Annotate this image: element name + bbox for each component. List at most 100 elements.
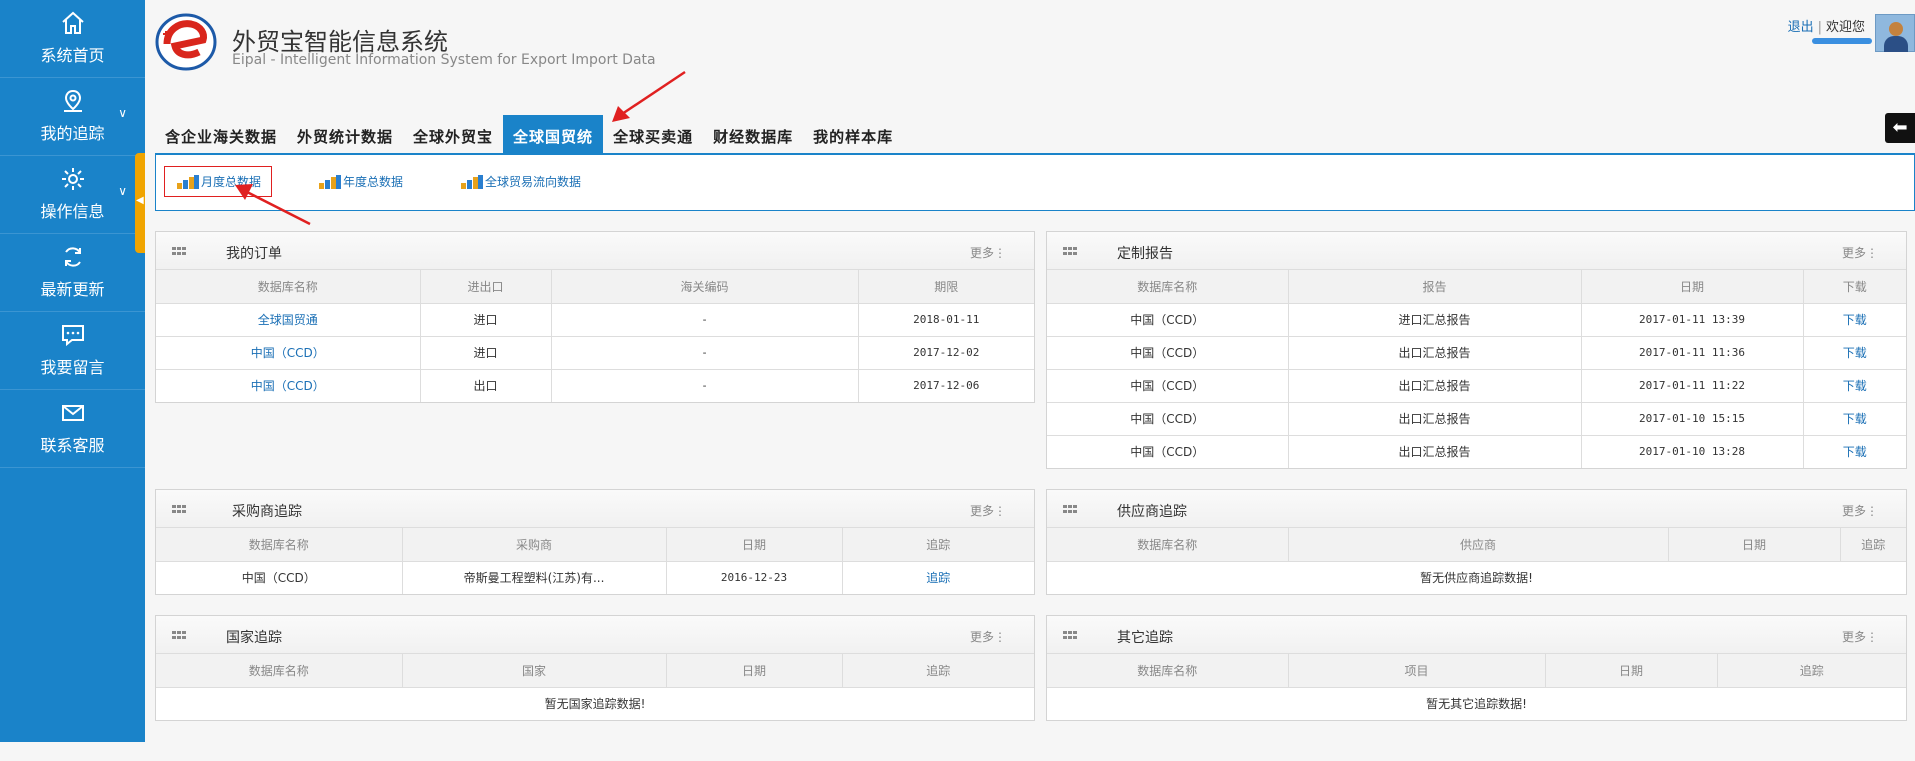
panel-my-orders: 我的订单 更多⋮ 数据库名称 进出口 海关编码 期限 全球国贸通 进口 - 20… <box>155 231 1035 403</box>
mail-icon <box>61 405 84 421</box>
sidebar-collapse-handle[interactable]: ◀ <box>135 153 145 253</box>
table-cell: 2016-12-23 <box>666 561 843 594</box>
column-header: 数据库名称 <box>1047 528 1289 562</box>
chevron-down-icon: ∨ <box>118 184 127 198</box>
others-table: 数据库名称 项目 日期 追踪 暂无其它追踪数据! <box>1047 654 1906 720</box>
more-link[interactable]: 更多⋮ <box>1842 628 1878 645</box>
sidebar-item-label: 我的追踪 <box>40 124 105 143</box>
empty-message: 暂无国家追踪数据! <box>544 697 646 712</box>
table-row: 中国（CCD） 出口汇总报告 2017-01-11 11:22 下载 <box>1047 369 1906 403</box>
download-link[interactable]: 下载 <box>1803 336 1906 370</box>
sidebar-item-label: 联系客服 <box>40 436 105 455</box>
panel-title: 定制报告 <box>1117 246 1173 262</box>
welcome-text: 欢迎您 <box>1825 20 1865 35</box>
buyers-table: 数据库名称 采购商 日期 追踪 中国（CCD） 帝斯曼工程塑料(江苏)有... … <box>156 528 1034 594</box>
home-icon <box>61 11 84 34</box>
table-cell: 出口汇总报告 <box>1288 336 1582 370</box>
sidebar-item-message[interactable]: 我要留言 <box>0 312 145 390</box>
table-row: 中国（CCD） 出口汇总报告 2017-01-11 11:36 下载 <box>1047 336 1906 370</box>
tab-5[interactable]: 全球买卖通 <box>603 115 703 153</box>
bar-chart-icon <box>461 174 483 189</box>
column-header: 采购商 <box>402 528 667 562</box>
column-header: 数据库名称 <box>1047 654 1289 688</box>
panel-other-tracking: 其它追踪 更多⋮ 数据库名称 项目 日期 追踪 暂无其它追踪数据! <box>1046 615 1907 721</box>
table-cell: 出口汇总报告 <box>1288 435 1582 468</box>
panel-title: 供应商追踪 <box>1117 504 1187 520</box>
empty-message: 暂无其它追踪数据! <box>1426 697 1527 712</box>
table-cell: 进口 <box>420 303 552 337</box>
subtab-annual[interactable]: 年度总数据 <box>319 173 403 190</box>
username-redacted <box>1812 38 1872 44</box>
tab-7[interactable]: 我的样本库 <box>803 115 903 153</box>
sidebar-item-home[interactable]: 系统首页 <box>0 0 145 78</box>
column-header: 追踪 <box>1717 654 1906 688</box>
empty-message: 暂无供应商追踪数据! <box>1420 571 1533 586</box>
table-cell: 2017-01-11 11:36 <box>1581 336 1804 370</box>
panel-supplier-tracking: 供应商追踪 更多⋮ 数据库名称 供应商 日期 追踪 暂无供应商追踪数据! <box>1046 489 1907 595</box>
panel-title: 采购商追踪 <box>232 504 302 520</box>
more-link[interactable]: 更多⋮ <box>1842 244 1878 261</box>
column-header: 日期 <box>1668 528 1841 562</box>
sidebar-item-contact[interactable]: 联系客服 <box>0 390 145 468</box>
column-header: 日期 <box>666 654 843 688</box>
panel-header: 供应商追踪 更多⋮ <box>1047 490 1906 528</box>
database-link[interactable]: 全球国贸通 <box>156 303 421 337</box>
back-arrow-icon[interactable]: ⬅ <box>1885 113 1915 143</box>
column-header: 追踪 <box>842 654 1034 688</box>
subtab-trade-flow[interactable]: 全球贸易流向数据 <box>461 173 581 190</box>
bar-chart-icon <box>319 174 341 189</box>
database-link[interactable]: 中国（CCD） <box>156 336 421 370</box>
download-link[interactable]: 下载 <box>1803 402 1906 436</box>
grid-icon <box>172 247 186 256</box>
reports-table: 数据库名称 报告 日期 下载 中国（CCD） 进口汇总报告 2017-01-11… <box>1047 270 1906 468</box>
table-cell: 出口汇总报告 <box>1288 402 1582 436</box>
column-header: 供应商 <box>1288 528 1669 562</box>
sidebar-item-label: 我要留言 <box>40 358 105 377</box>
table-row: 中国（CCD） 帝斯曼工程塑料(江苏)有... 2016-12-23 追踪 <box>156 561 1034 594</box>
column-header: 报告 <box>1288 270 1582 304</box>
table-cell: 进口汇总报告 <box>1288 303 1582 337</box>
table-cell: - <box>551 303 859 337</box>
table-cell: - <box>551 369 859 402</box>
track-link[interactable]: 追踪 <box>842 561 1034 594</box>
database-link[interactable]: 中国（CCD） <box>156 369 421 402</box>
sidebar-item-operations[interactable]: 操作信息 ∨ <box>0 156 145 234</box>
column-header: 进出口 <box>420 270 552 304</box>
column-header: 日期 <box>1545 654 1718 688</box>
table-cell: 2017-01-11 13:39 <box>1581 303 1804 337</box>
panel-header: 我的订单 更多⋮ <box>156 232 1034 270</box>
sidebar-item-updates[interactable]: 最新更新 <box>0 234 145 312</box>
panel-title: 我的订单 <box>226 246 282 262</box>
user-area: 退出 | 欢迎您 <box>1788 16 1865 35</box>
download-link[interactable]: 下载 <box>1803 435 1906 468</box>
gear-icon <box>61 168 84 190</box>
table-cell: 2018-01-11 <box>858 303 1034 337</box>
column-header: 下载 <box>1803 270 1906 304</box>
tab-6[interactable]: 财经数据库 <box>703 115 803 153</box>
table-cell: 2017-12-02 <box>858 336 1034 370</box>
table-cell: 中国（CCD） <box>1047 402 1289 436</box>
grid-icon <box>1063 247 1077 256</box>
sidebar-item-tracking[interactable]: 我的追踪 ∨ <box>0 78 145 156</box>
table-cell: 中国（CCD） <box>1047 336 1289 370</box>
more-link[interactable]: 更多⋮ <box>1842 502 1878 519</box>
download-link[interactable]: 下载 <box>1803 303 1906 337</box>
panel-title: 国家追踪 <box>226 630 282 646</box>
table-row: 中国（CCD） 进口汇总报告 2017-01-11 13:39 下载 <box>1047 303 1906 337</box>
tab-3[interactable]: 全球外贸宝 <box>403 115 503 153</box>
subtab-monthly[interactable]: 月度总数据 <box>164 166 273 197</box>
subtab-panel: 月度总数据 年度总数据 全球贸易流向数据 <box>155 155 1915 211</box>
table-cell: 出口汇总报告 <box>1288 369 1582 403</box>
table-row: 暂无供应商追踪数据! <box>1047 561 1906 594</box>
refresh-icon <box>64 247 81 267</box>
avatar[interactable] <box>1875 14 1915 52</box>
tab-2[interactable]: 外贸统计数据 <box>287 115 403 153</box>
more-link[interactable]: 更多⋮ <box>970 502 1006 519</box>
logout-link[interactable]: 退出 <box>1788 20 1814 35</box>
tab-4[interactable]: 全球国贸统 <box>503 115 604 153</box>
tab-1[interactable]: 含企业海关数据 <box>155 115 287 153</box>
download-link[interactable]: 下载 <box>1803 369 1906 403</box>
table-cell: 中国（CCD） <box>1047 369 1289 403</box>
more-link[interactable]: 更多⋮ <box>970 628 1006 645</box>
more-link[interactable]: 更多⋮ <box>970 244 1006 261</box>
